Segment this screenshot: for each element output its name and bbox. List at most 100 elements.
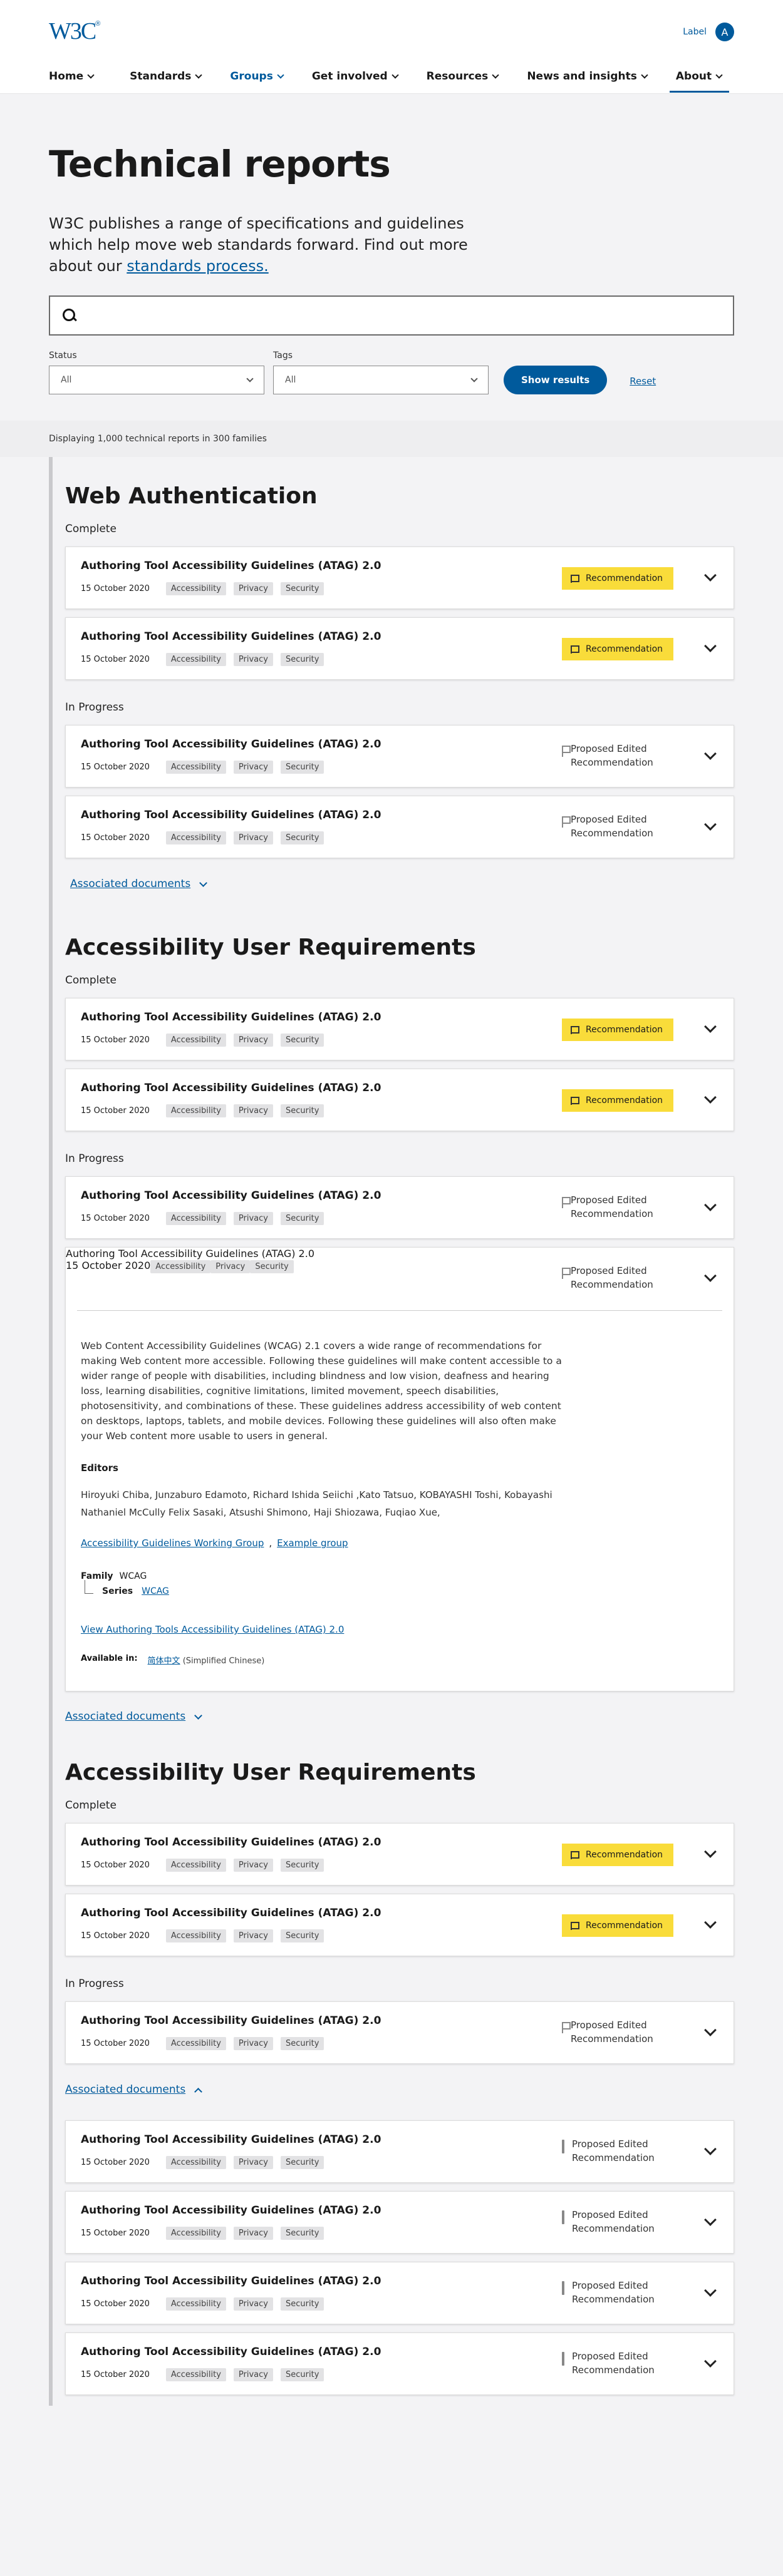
report-card[interactable]: Authoring Tool Accessibility Guidelines … [65, 1894, 734, 1956]
report-card[interactable]: Authoring Tool Accessibility Guidelines … [65, 2191, 734, 2254]
report-card[interactable]: Authoring Tool Accessibility Guidelines … [65, 2001, 734, 2064]
nav-get-involved[interactable]: Get involved [312, 61, 399, 91]
expand-chevron-icon[interactable] [704, 2214, 717, 2226]
report-title[interactable]: Authoring Tool Accessibility Guidelines … [81, 2346, 381, 2358]
expand-chevron-icon[interactable] [704, 640, 717, 652]
show-results-button[interactable]: Show results [504, 366, 608, 394]
report-title[interactable]: Authoring Tool Accessibility Guidelines … [66, 1248, 734, 1260]
report-title[interactable]: Authoring Tool Accessibility Guidelines … [81, 560, 381, 572]
w3c-logo[interactable]: W3C® [49, 18, 100, 45]
report-card[interactable]: Authoring Tool Accessibility Guidelines … [65, 547, 734, 609]
example-group-link[interactable]: Example group [277, 1537, 348, 1549]
report-card[interactable]: Authoring Tool Accessibility Guidelines … [65, 617, 734, 680]
report-title[interactable]: Authoring Tool Accessibility Guidelines … [81, 1907, 381, 1919]
chevron-down-icon [199, 878, 208, 887]
flag-icon [571, 645, 579, 654]
expand-chevron-icon[interactable] [704, 2143, 717, 2155]
report-card-expanded: Authoring Tool Accessibility Guidelines … [65, 1247, 734, 1691]
nav-groups[interactable]: Groups [230, 61, 284, 91]
account-label[interactable]: Label [683, 27, 707, 37]
report-card[interactable]: Authoring Tool Accessibility Guidelines … [66, 1248, 734, 1310]
associated-documents-toggle[interactable]: Associated documents [70, 867, 734, 901]
expand-chevron-icon[interactable] [704, 2024, 717, 2036]
document-icon [562, 2281, 564, 2295]
status-text: Proposed Edited Recommendation [572, 2349, 655, 2377]
nav-about[interactable]: About [669, 61, 730, 93]
family-title: Accessibility User Requirements [65, 935, 476, 960]
expand-chevron-icon[interactable] [704, 569, 717, 582]
status-label: Proposed Edited Recommendation [562, 2018, 653, 2046]
nav-standards[interactable]: Standards [130, 61, 203, 91]
status-text: Recommendation [586, 1096, 663, 1106]
report-meta: 15 October 2020 Accessibility Privacy Secur… [81, 2227, 324, 2240]
report-card[interactable]: Authoring Tool Accessibility Guidelines … [65, 1823, 734, 1886]
series-label: Series [102, 1586, 133, 1596]
report-title[interactable]: Authoring Tool Accessibility Guidelines … [81, 2133, 381, 2146]
report-title[interactable]: Authoring Tool Accessibility Guidelines … [81, 2275, 381, 2287]
report-card[interactable]: Authoring Tool Accessibility Guidelines … [65, 1176, 734, 1239]
tag-security: Security [281, 2227, 324, 2240]
expand-chevron-icon[interactable] [704, 818, 717, 831]
report-card[interactable]: Authoring Tool Accessibility Guidelines … [65, 998, 734, 1060]
status-text: Proposed Edited Recommendation [571, 813, 653, 840]
expand-chevron-icon[interactable] [704, 1091, 717, 1104]
report-title[interactable]: Authoring Tool Accessibility Guidelines … [81, 1836, 381, 1849]
reset-link[interactable]: Reset [630, 376, 656, 387]
associated-documents-toggle[interactable]: Associated documents [65, 2073, 734, 2106]
report-title[interactable]: Authoring Tool Accessibility Guidelines … [81, 809, 381, 821]
status-select[interactable]: All [49, 366, 264, 394]
working-group-link[interactable]: Accessibility Guidelines Working Group [81, 1537, 264, 1549]
report-title[interactable]: Authoring Tool Accessibility Guidelines … [81, 1082, 381, 1094]
available-in: Available in: 简体中文 (Simplified Chinese) [81, 1654, 718, 1666]
report-card[interactable]: Authoring Tool Accessibility Guidelines … [65, 2262, 734, 2324]
report-title[interactable]: Authoring Tool Accessibility Guidelines … [81, 1189, 381, 1202]
avatar[interactable]: A [715, 23, 734, 41]
series-link[interactable]: WCAG [142, 1586, 169, 1596]
nav-home[interactable]: Home [49, 61, 95, 91]
report-title[interactable]: Authoring Tool Accessibility Guidelines … [81, 2014, 381, 2027]
status-text: Proposed Edited Recommendation [572, 2208, 655, 2235]
report-title[interactable]: Authoring Tool Accessibility Guidelines … [81, 1011, 381, 1024]
language-link[interactable]: 简体中文 [148, 1656, 180, 1666]
tags-select[interactable]: All [273, 366, 489, 394]
associated-label: Associated documents [65, 1710, 186, 1723]
nav-news[interactable]: News and insights [527, 61, 648, 91]
family-section: Web Authentication Complete Authoring To… [49, 457, 734, 908]
report-date: 15 October 2020 [81, 833, 150, 843]
flag-icon [571, 1850, 579, 1859]
tag-security: Security [281, 1859, 324, 1872]
report-card[interactable]: Authoring Tool Accessibility Guidelines … [65, 2120, 734, 2183]
nav-resources[interactable]: Resources [427, 61, 499, 91]
expand-chevron-icon[interactable] [704, 2284, 717, 2297]
expand-chevron-icon[interactable] [704, 1916, 717, 1929]
status-icon-wrap [562, 1264, 563, 1291]
associated-documents-toggle[interactable]: Associated documents [65, 1700, 734, 1733]
expand-chevron-icon[interactable] [704, 747, 717, 760]
expand-chevron-icon[interactable] [704, 2355, 717, 2368]
in-progress-heading: In Progress [65, 701, 124, 714]
expand-chevron-icon[interactable] [704, 1199, 717, 1211]
status-text: Proposed Edited Recommendation [571, 1264, 653, 1291]
report-card[interactable]: Authoring Tool Accessibility Guidelines … [65, 2332, 734, 2395]
report-card[interactable]: Authoring Tool Accessibility Guidelines … [65, 796, 734, 858]
search-input[interactable] [49, 295, 734, 336]
tag-accessibility: Accessibility [165, 1212, 226, 1225]
expand-chevron-icon[interactable] [704, 1270, 717, 1282]
report-title[interactable]: Authoring Tool Accessibility Guidelines … [81, 630, 381, 643]
report-title[interactable]: Authoring Tool Accessibility Guidelines … [81, 738, 381, 751]
tag-security: Security [281, 2297, 324, 2311]
standards-process-link[interactable]: standards process. [127, 257, 268, 275]
status-line-2: Recommendation [572, 2223, 655, 2234]
status-icon-wrap [562, 1193, 563, 1221]
status-text: Recommendation [586, 573, 663, 583]
expand-chevron-icon[interactable] [704, 1020, 717, 1033]
site-header: W3C® Label A Home Standards Groups Get i… [0, 0, 783, 94]
account-menu[interactable]: Label A [683, 23, 734, 41]
intro-text: W3C publishes a range of specifications … [49, 213, 487, 277]
view-report-link[interactable]: View Authoring Tools Accessibility Guide… [81, 1624, 718, 1635]
report-card[interactable]: Authoring Tool Accessibility Guidelines … [65, 1069, 734, 1131]
report-meta: 15 October 2020 Accessibility Privacy Secur… [81, 1104, 324, 1117]
report-card[interactable]: Authoring Tool Accessibility Guidelines … [65, 725, 734, 788]
report-title[interactable]: Authoring Tool Accessibility Guidelines … [81, 2204, 381, 2217]
expand-chevron-icon[interactable] [704, 1845, 717, 1858]
